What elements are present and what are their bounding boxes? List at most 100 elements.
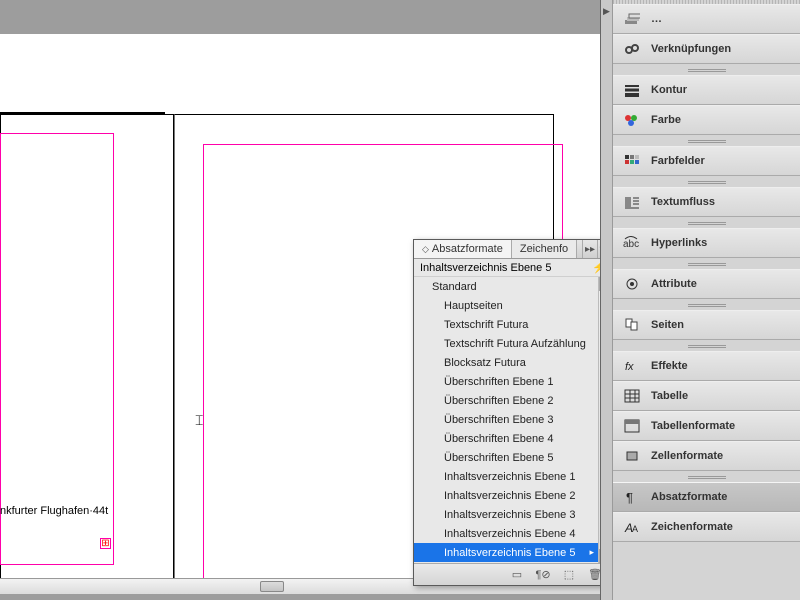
dock-panel-textumfluss[interactable]: Textumfluss: [613, 187, 800, 217]
dock-panel-label: Zellenformate: [651, 450, 723, 462]
style-item-label: Blocksatz Futura: [444, 357, 526, 369]
style-item-label: Standard: [432, 281, 477, 293]
dock-panel-zeichenformate[interactable]: AA Zeichenformate: [613, 512, 800, 542]
panel-collapse-button[interactable]: ▸▸: [582, 240, 597, 258]
overset-text-indicator[interactable]: ⊞: [100, 538, 111, 549]
group-grip[interactable]: [613, 299, 800, 310]
effects-icon: fx: [623, 358, 641, 374]
current-style-row: Inhaltsverzeichnis Ebene 5 ⚡: [414, 259, 612, 277]
color-icon: [623, 112, 641, 128]
dock-panel-farbe[interactable]: Farbe: [613, 105, 800, 135]
clear-overrides-button[interactable]: ¶⊘: [534, 567, 552, 582]
svg-text:fx: fx: [625, 361, 634, 373]
textwrap-icon: [623, 194, 641, 210]
stroke-icon: [623, 82, 641, 98]
paragraph-styles-panel[interactable]: ◇ Absatzformate Zeichenfo ▸▸ ▾≡ Inhaltsv…: [413, 239, 613, 586]
new-group-button[interactable]: ▭: [508, 567, 526, 582]
dock-panel-absatzformate[interactable]: ¶ Absatzformate: [613, 482, 800, 512]
dock-panel-effekte[interactable]: fx Effekte: [613, 351, 800, 381]
dock-panel-label: Hyperlinks: [651, 237, 707, 249]
charstyles-icon: AA: [623, 519, 641, 535]
group-grip[interactable]: [613, 340, 800, 351]
scrollbar-thumb[interactable]: [260, 581, 284, 592]
style-item-flyout-icon[interactable]: ▸: [589, 547, 594, 558]
style-list-item[interactable]: Überschriften Ebene 2: [414, 391, 598, 410]
tab-zeichenformate[interactable]: Zeichenfo: [512, 240, 577, 258]
new-style-button[interactable]: ⬚: [560, 567, 578, 582]
dock-panel-attribute[interactable]: Attribute: [613, 269, 800, 299]
group-grip[interactable]: [613, 64, 800, 75]
style-list-item[interactable]: Überschriften Ebene 3: [414, 410, 598, 429]
style-list-item[interactable]: Standard: [414, 277, 598, 296]
style-list-item[interactable]: Hauptseiten: [414, 296, 598, 315]
tab-absatzformate[interactable]: ◇ Absatzformate: [414, 240, 512, 258]
dock-panel-tabellenformate[interactable]: Tabellenformate: [613, 411, 800, 441]
dock-expander[interactable]: ▶: [600, 0, 613, 600]
tablestyles-icon: [623, 418, 641, 434]
style-item-label: Überschriften Ebene 2: [444, 395, 553, 407]
dock-panel-label: Zeichenformate: [651, 521, 733, 533]
dock-panel-verkn-pfungen[interactable]: Verknüpfungen: [613, 34, 800, 64]
dock-panel-label: Tabellenformate: [651, 420, 735, 432]
style-item-label: Hauptseiten: [444, 300, 503, 312]
sort-glyph: ◇: [422, 244, 429, 255]
style-item-label: Inhaltsverzeichnis Ebene 1: [444, 471, 575, 483]
dock-panel-label: Seiten: [651, 319, 684, 331]
style-list-item[interactable]: Inhaltsverzeichnis Ebene 3: [414, 505, 598, 524]
parastyles-icon: ¶: [623, 489, 641, 505]
group-grip[interactable]: [613, 217, 800, 228]
group-grip[interactable]: [613, 258, 800, 269]
style-item-label: Inhaltsverzeichnis Ebene 4: [444, 528, 575, 540]
dock-panel-kontur[interactable]: Kontur: [613, 75, 800, 105]
panel-dock: ▶ …VerknüpfungenKonturFarbeFarbfelderTex…: [612, 0, 800, 600]
dock-panel--[interactable]: …: [613, 4, 800, 34]
tab-label: Zeichenfo: [520, 243, 568, 255]
style-item-label: Inhaltsverzeichnis Ebene 5: [444, 547, 575, 559]
style-list[interactable]: ▴ ▾ StandardHauptseitenTextschrift Futur…: [414, 277, 612, 563]
style-list-item[interactable]: Überschriften Ebene 4: [414, 429, 598, 448]
style-item-label: Überschriften Ebene 4: [444, 433, 553, 445]
current-style-name: Inhaltsverzeichnis Ebene 5: [420, 262, 551, 274]
svg-text:abc: abc: [623, 239, 639, 250]
dock-panel-label: Farbe: [651, 114, 681, 126]
tab-label: Absatzformate: [432, 243, 503, 255]
style-item-label: Inhaltsverzeichnis Ebene 2: [444, 490, 575, 502]
dock-panel-label: …: [651, 13, 662, 25]
group-grip[interactable]: [613, 471, 800, 482]
pages-icon: [623, 317, 641, 333]
dock-panel-label: Textumfluss: [651, 196, 715, 208]
style-list-item[interactable]: Inhaltsverzeichnis Ebene 1: [414, 467, 598, 486]
style-list-item[interactable]: Überschriften Ebene 1: [414, 372, 598, 391]
panel-tabs: ◇ Absatzformate Zeichenfo ▸▸ ▾≡: [414, 240, 612, 259]
dock-panel-label: Kontur: [651, 84, 687, 96]
style-list-item[interactable]: Blocksatz Futura: [414, 353, 598, 372]
dock-panel-label: Absatzformate: [651, 491, 727, 503]
style-list-item[interactable]: Textschrift Futura Aufzählung: [414, 334, 598, 353]
text-cursor-icon: ⌶: [195, 412, 203, 429]
style-list-item[interactable]: Inhaltsverzeichnis Ebene 5 ▸: [414, 543, 598, 562]
dock-panel-label: Attribute: [651, 278, 697, 290]
style-item-label: Textschrift Futura: [444, 319, 528, 331]
style-list-item[interactable]: Überschriften Ebene 5: [414, 448, 598, 467]
panel-footer: ▭ ¶⊘ ⬚ 🗑: [414, 563, 612, 585]
group-grip[interactable]: [613, 176, 800, 187]
style-list-item[interactable]: Textschrift Futura: [414, 315, 598, 334]
dock-panel-zellenformate[interactable]: Zellenformate: [613, 441, 800, 471]
style-list-item[interactable]: Inhaltsverzeichnis Ebene 4: [414, 524, 598, 543]
group-grip[interactable]: [613, 135, 800, 146]
layers-icon: [623, 11, 641, 27]
swatches-icon: [623, 153, 641, 169]
dock-panel-label: Effekte: [651, 360, 688, 372]
dock-panel-seiten[interactable]: Seiten: [613, 310, 800, 340]
style-item-label: Inhaltsverzeichnis Ebene 3: [444, 509, 575, 521]
dock-panel-label: Tabelle: [651, 390, 688, 402]
visible-body-text[interactable]: nkfurter Flughafen·44t: [0, 505, 108, 517]
svg-text:A: A: [632, 524, 638, 534]
links-icon: [623, 41, 641, 57]
dock-panel-tabelle[interactable]: Tabelle: [613, 381, 800, 411]
style-list-item[interactable]: Inhaltsverzeichnis Ebene 2: [414, 486, 598, 505]
dock-panel-hyperlinks[interactable]: abc Hyperlinks: [613, 228, 800, 258]
dock-panel-farbfelder[interactable]: Farbfelder: [613, 146, 800, 176]
style-item-label: Überschriften Ebene 1: [444, 376, 553, 388]
dock-panel-label: Verknüpfungen: [651, 43, 731, 55]
